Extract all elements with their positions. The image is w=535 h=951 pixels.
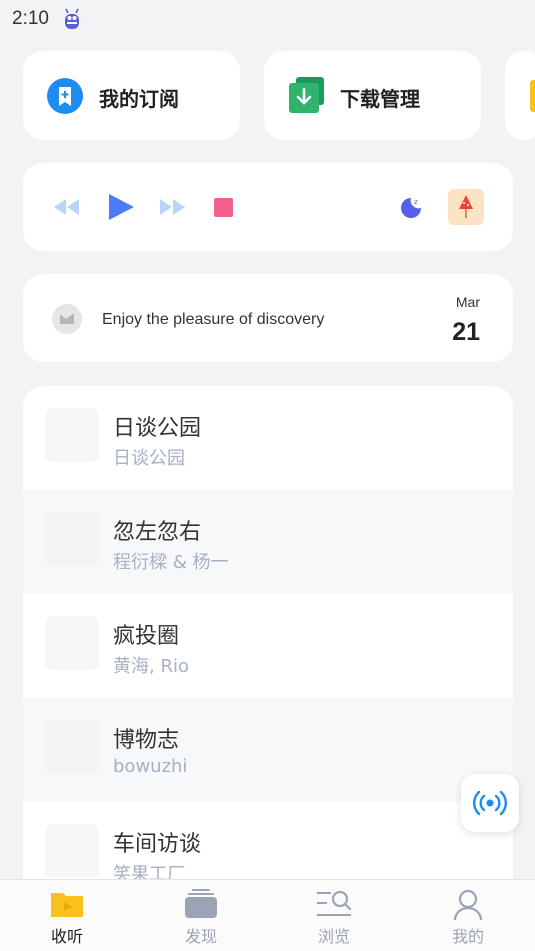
bottom-tab-bar: 收听 发现 浏览 我的 — [0, 879, 535, 951]
shortcut-row: 我的订阅 下载管理 — [23, 51, 535, 140]
tab-browse[interactable]: 浏览 — [267, 880, 401, 951]
svg-text:z: z — [414, 198, 418, 206]
podcast-list-item[interactable]: 疯投圈 黄海, Rio — [23, 594, 513, 698]
date-month: Mar — [455, 294, 480, 310]
status-bar: 2:10 — [0, 0, 535, 38]
tab-label: 浏览 — [317, 927, 350, 946]
image-placeholder-icon — [52, 304, 82, 334]
fast-forward-icon[interactable] — [159, 197, 187, 217]
popsicle-icon — [459, 195, 473, 218]
tab-label: 发现 — [184, 927, 217, 946]
podcast-cover — [45, 824, 99, 878]
podcast-title: 忽左忽右 — [113, 520, 202, 545]
date-day: 21 — [452, 318, 480, 346]
tab-listen[interactable]: 收听 — [0, 880, 134, 951]
podcast-title: 车间访谈 — [113, 832, 202, 857]
player-card: z — [23, 163, 513, 251]
podcast-title: 疯投圈 — [113, 624, 180, 649]
play-button[interactable] — [107, 192, 135, 222]
podcast-cover — [45, 512, 99, 566]
stop-icon[interactable] — [214, 198, 233, 217]
rewind-icon[interactable] — [52, 197, 80, 217]
tab-label: 我的 — [451, 927, 484, 946]
podcast-list-item[interactable]: 博物志 bowuzhi — [23, 698, 513, 802]
stack-icon — [185, 889, 217, 918]
person-icon — [453, 889, 483, 921]
podcast-author: 程衍樑 & 杨一 — [113, 552, 229, 573]
podcast-list-item[interactable]: 忽左忽右 程衍樑 & 杨一 — [23, 490, 513, 594]
daily-card[interactable]: Enjoy the pleasure of discovery Mar 21 — [23, 274, 513, 362]
listen-folder-icon — [51, 893, 83, 917]
podcast-author: 黄海, Rio — [113, 656, 189, 677]
podcast-cover — [45, 720, 99, 774]
third-shortcut-button[interactable] — [505, 51, 535, 140]
download-manager-button[interactable]: 下载管理 — [264, 51, 481, 140]
tab-me[interactable]: 我的 — [401, 880, 535, 951]
status-time: 2:10 — [12, 8, 49, 29]
bookmark-icon — [47, 78, 83, 114]
tab-label: 收听 — [50, 927, 83, 946]
browse-search-icon — [317, 890, 352, 916]
podcast-author: bowuzhi — [113, 756, 188, 777]
podcast-cover — [45, 408, 99, 462]
podcast-title: 日谈公园 — [113, 416, 202, 441]
podcast-title: 博物志 — [113, 728, 180, 753]
popsicle-button[interactable] — [448, 189, 484, 225]
sleep-timer-icon[interactable]: z — [399, 195, 423, 219]
folder-icon — [530, 80, 535, 112]
shortcut-label: 我的订阅 — [99, 87, 179, 111]
podcast-author: 日谈公园 — [113, 448, 185, 469]
podcast-cover — [45, 616, 99, 670]
my-subscriptions-button[interactable]: 我的订阅 — [23, 51, 240, 140]
broadcast-icon — [473, 790, 507, 816]
podcast-list-item[interactable]: 日谈公园 日谈公园 — [23, 386, 513, 490]
daily-slogan: Enjoy the pleasure of discovery — [102, 311, 325, 328]
live-broadcast-button[interactable] — [461, 774, 519, 832]
download-icon — [289, 77, 324, 113]
shortcut-label: 下载管理 — [340, 87, 420, 111]
tab-discover[interactable]: 发现 — [134, 880, 268, 951]
app-notification-icon — [65, 8, 79, 29]
podcast-list: 日谈公园 日谈公园 忽左忽右 程衍樑 & 杨一 疯投圈 黄海, Rio 博物志 … — [23, 386, 513, 926]
